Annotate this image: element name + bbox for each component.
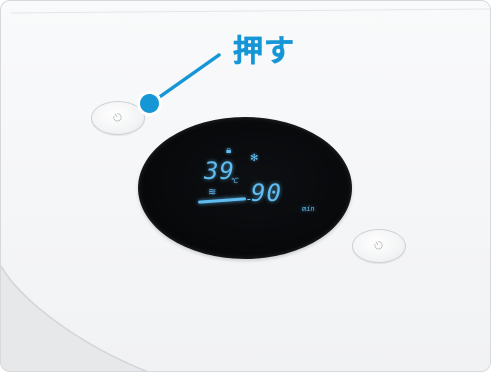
lock-icon: 🔒︎: [226, 145, 232, 156]
led-display: 🔒︎ ✻ ≋ 39 ℃ - - 90 min: [138, 117, 352, 259]
photo-frame: 押す ⏻ ⏻ 🔒︎ ✻ ≋ 39 ℃ - - 90 min: [0, 0, 491, 372]
fan-icon: ✻: [250, 153, 259, 164]
left-touch-button[interactable]: ⏻: [91, 101, 145, 135]
temperature-unit: ℃: [230, 177, 238, 185]
time-unit: min: [302, 205, 315, 213]
time-readout: 90: [251, 179, 282, 207]
heat-wave-icon: ≋: [208, 187, 217, 198]
right-touch-button[interactable]: ⏻: [352, 229, 406, 263]
callout-label: 押す: [233, 34, 295, 69]
device-panel: 押す ⏻ ⏻ 🔒︎ ✻ ≋ 39 ℃ - - 90 min: [1, 1, 490, 371]
press-indicator-dot: [140, 94, 159, 113]
